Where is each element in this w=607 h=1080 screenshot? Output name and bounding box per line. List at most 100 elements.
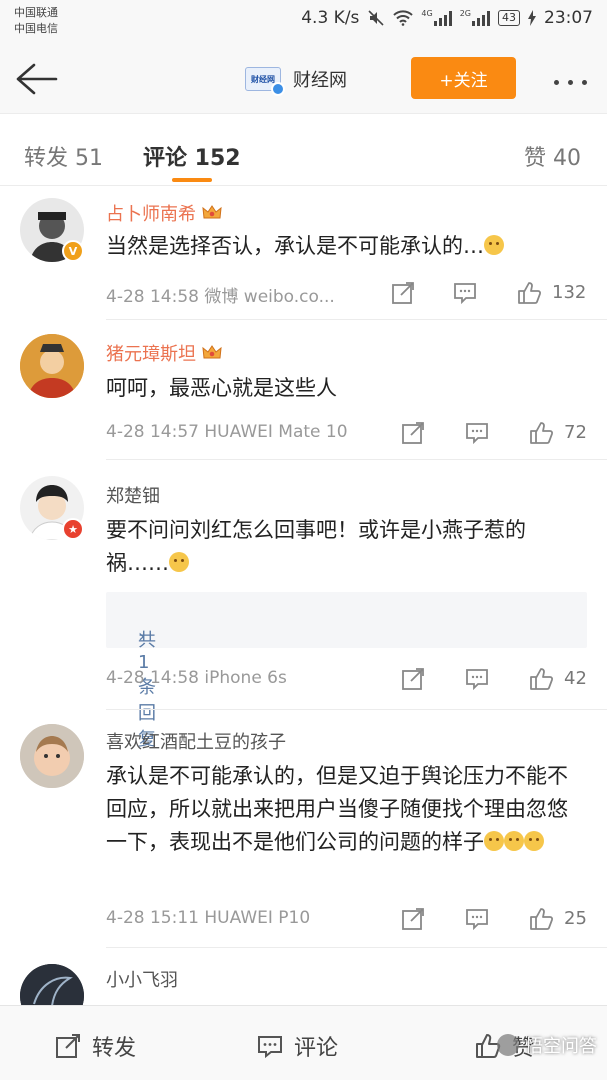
comment-label: 评论 <box>294 1036 339 1061</box>
tab-likes[interactable]: 赞 40 <box>524 140 581 172</box>
comment-time-source: 4-28 14:57 HUAWEI Mate 10 <box>106 422 348 442</box>
crown-icon <box>202 205 222 219</box>
comment-time-source: 4-28 14:58 微博 weibo.co... <box>106 282 335 307</box>
comment-icon[interactable] <box>464 906 490 932</box>
like-icon[interactable] <box>528 420 554 446</box>
more-options-icon[interactable] <box>554 80 587 85</box>
network-type-2: 2G <box>459 9 471 18</box>
verified-badge-icon <box>271 82 285 96</box>
mute-icon <box>368 10 384 26</box>
crown-icon <box>202 345 222 359</box>
comment-item: 喜欢红酒配土豆的孩子 承认是不可能承认的，但是又迫于舆论压力不能不回应，所以就出… <box>0 710 607 948</box>
comment-item: 猪元璋斯坦 呵呵，最恶心就是这些人 4-28 14:57 HUAWEI Mate… <box>0 320 607 460</box>
thinking-emoji-icon <box>169 552 189 572</box>
like-icon[interactable] <box>528 906 554 932</box>
carrier-1: 中国联通 <box>14 6 58 19</box>
bottom-action-bar: 转发 评论 赞 悟空问答 <box>0 1005 607 1080</box>
watermark-logo-icon <box>497 1034 519 1056</box>
commenter-name-text: 猪元璋斯坦 <box>106 344 196 365</box>
repost-icon[interactable] <box>400 666 426 692</box>
doge-emoji-icon <box>484 831 504 851</box>
avatar[interactable] <box>20 724 84 788</box>
repost-button[interactable]: 转发 <box>54 1030 136 1062</box>
charging-icon <box>528 10 536 26</box>
avatar[interactable] <box>20 964 84 1005</box>
comment-time-source: 4-28 15:11 HUAWEI P10 <box>106 908 310 928</box>
account-header[interactable]: 财经网 财经网 <box>245 66 347 96</box>
comment-meta: 4-28 14:57 HUAWEI Mate 10 72 <box>106 420 587 446</box>
repost-icon <box>56 1034 80 1058</box>
signal-icon-1: 4G <box>421 9 452 26</box>
account-name: 财经网 <box>293 70 347 91</box>
comment-source: 微博 weibo.co... <box>204 287 335 307</box>
watermark: 悟空问答 <box>497 1032 597 1058</box>
doge-emoji-icon <box>504 831 524 851</box>
repost-icon[interactable] <box>400 906 426 932</box>
comment-time: 4-28 14:57 <box>106 422 199 442</box>
doge-emoji-icon <box>524 831 544 851</box>
status-bar: 中国联通 中国电信 4.3 K/s 4G 2G 43 23:07 <box>0 0 607 44</box>
commenter-name-text: 占卜师南希 <box>106 204 196 225</box>
commenter-name[interactable]: 占卜师南希 <box>106 200 222 226</box>
carrier-2: 中国电信 <box>14 22 58 35</box>
tab-comments[interactable]: 评论 152 <box>143 140 241 172</box>
comment-icon[interactable] <box>464 666 490 692</box>
tab-bar: 转发 51 评论 152 赞 40 <box>0 114 607 186</box>
doge-emoji-icon <box>484 235 504 255</box>
comment-item: 小小飞羽 <box>0 948 607 1005</box>
like-count: 25 <box>564 908 587 929</box>
commenter-name[interactable]: 猪元璋斯坦 <box>106 340 222 366</box>
comment-icon[interactable] <box>464 420 490 446</box>
clock: 23:07 <box>544 8 593 28</box>
repost-icon[interactable] <box>400 420 426 446</box>
commenter-name[interactable]: 小小飞羽 <box>106 966 178 992</box>
like-icon[interactable] <box>516 280 542 306</box>
comment-item: ★ 郑楚钿 要不问问刘红怎么回事吧！或许是小燕子惹的祸…… 共1条回复 › 4-… <box>0 460 607 750</box>
commenter-name[interactable]: 喜欢红酒配土豆的孩子 <box>106 728 286 754</box>
chevron-right-icon: › <box>138 626 146 647</box>
comment-source: iPhone 6s <box>204 668 287 688</box>
comment-source: HUAWEI P10 <box>204 908 311 928</box>
comment-source: HUAWEI Mate 10 <box>204 422 348 442</box>
comment-text: 呵呵，最恶心就是这些人 <box>106 376 337 400</box>
comment-meta: 4-28 14:58 微博 weibo.co... 132 <box>106 280 587 307</box>
comment-text: 要不问问刘红怎么回事吧！或许是小燕子惹的祸…… <box>106 514 587 580</box>
reply-thread-link[interactable]: 共1条回复 › <box>106 592 587 750</box>
comment-time: 4-28 15:11 <box>106 908 199 928</box>
carrier-info: 中国联通 中国电信 <box>14 5 58 37</box>
repost-label: 转发 <box>92 1036 137 1061</box>
verified-star-icon: ★ <box>62 518 84 540</box>
watermark-text: 悟空问答 <box>525 1036 597 1057</box>
like-count: 72 <box>564 422 587 443</box>
verified-badge-icon: V <box>62 240 84 262</box>
repost-icon[interactable] <box>390 280 416 306</box>
comment-icon <box>258 1036 282 1059</box>
account-logo: 财经网 <box>245 67 285 96</box>
comment-button[interactable]: 评论 <box>256 1030 338 1062</box>
back-arrow-icon[interactable] <box>14 62 58 96</box>
commenter-name[interactable]: 郑楚钿 <box>106 482 160 508</box>
avatar[interactable] <box>20 334 84 398</box>
comment-time: 4-28 14:58 <box>106 287 199 307</box>
tab-reposts[interactable]: 转发 51 <box>24 140 103 172</box>
follow-button[interactable]: +关注 <box>411 57 516 99</box>
like-count: 132 <box>552 282 587 303</box>
status-icons: 4.3 K/s 4G 2G 43 23:07 <box>301 8 593 28</box>
comment-meta: 4-28 15:11 HUAWEI P10 25 <box>106 906 587 932</box>
comment-time-source: 4-28 14:58 iPhone 6s <box>106 668 287 688</box>
comment-time: 4-28 14:58 <box>106 668 199 688</box>
comment-icon[interactable] <box>452 280 478 306</box>
comment-text: 承认是不可能承认的，但是又迫于舆论压力不能不回应，所以就出来把用户当傻子随便找个… <box>106 760 587 859</box>
comment-text: 当然是选择否认，承认是不可能承认的… <box>106 230 587 263</box>
like-icon[interactable] <box>528 666 554 692</box>
like-count: 42 <box>564 668 587 689</box>
logo-text: 财经网 <box>251 74 275 84</box>
net-speed: 4.3 K/s <box>301 8 360 28</box>
comment-text-content: 要不问问刘红怎么回事吧！或许是小燕子惹的祸…… <box>106 518 526 575</box>
active-tab-indicator <box>172 178 212 182</box>
battery-icon: 43 <box>498 10 520 26</box>
comment-text-content: 当然是选择否认，承认是不可能承认的… <box>106 234 484 258</box>
network-type-1: 4G <box>421 9 433 18</box>
comment-meta: 4-28 14:58 iPhone 6s 42 <box>106 666 587 692</box>
signal-icon-2: 2G <box>460 10 490 26</box>
